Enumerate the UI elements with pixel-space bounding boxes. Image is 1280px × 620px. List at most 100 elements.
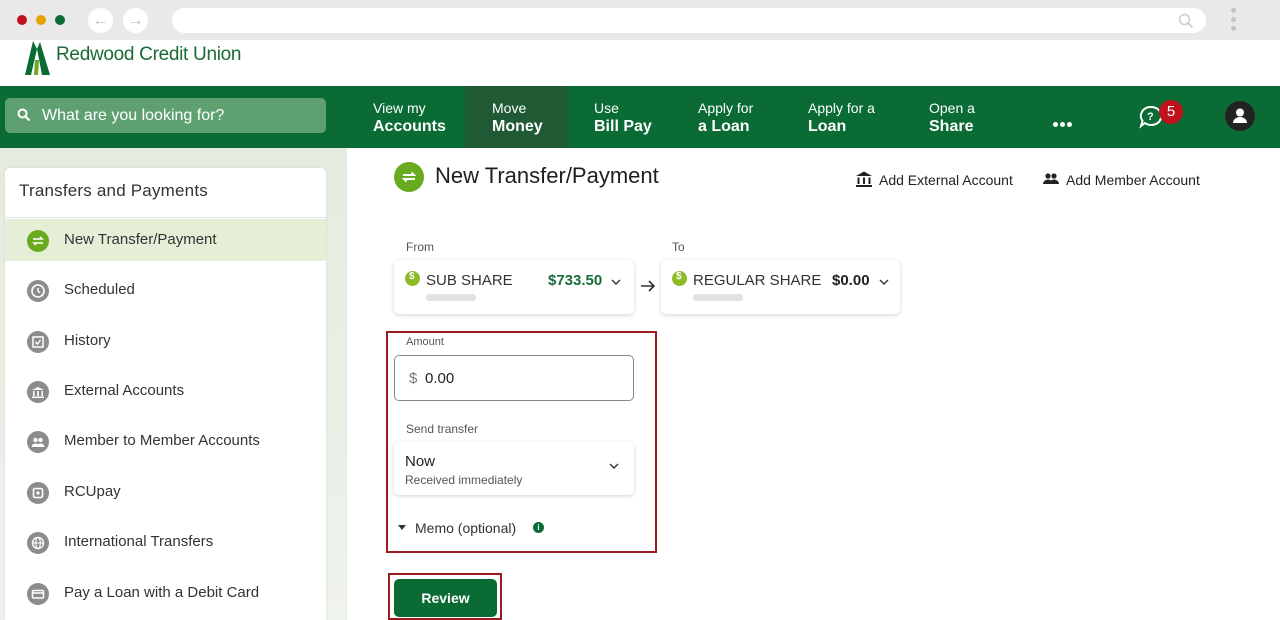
nav-apply-loan[interactable]: Apply for a Loan [671,86,781,148]
maximize-window-dot[interactable] [55,15,65,25]
chevron-down-icon [879,279,889,285]
page-title: New Transfer/Payment [435,163,659,188]
sidebar-item-external-accounts[interactable]: External Accounts [5,370,326,412]
arrow-right-icon [641,280,656,292]
card-icon [27,583,49,605]
amount-value: 0.00 [425,370,455,387]
search-placeholder: What are you looking for? [42,107,225,124]
nav-move-money-line2: Money [492,118,543,135]
nav-bill-pay-line2: Bill Pay [594,118,652,135]
transfer-arrows-icon [27,230,49,252]
user-avatar-icon[interactable] [1225,101,1255,131]
masked-account-number [426,294,476,301]
send-transfer-label: Send transfer [406,422,479,436]
globe-icon [27,532,49,554]
rcupay-icon [27,482,49,504]
logo-header: Redwood Credit Union [0,40,1280,86]
person-icon [1233,108,1247,123]
to-account-balance: $0.00 [832,272,870,289]
currency-symbol: $ [409,370,418,387]
sidebar-item-label: Scheduled [64,281,135,298]
bank-icon [856,171,872,187]
notification-badge[interactable]: 5 [1159,100,1183,124]
send-transfer-value: Now [405,453,436,470]
sidebar-item-pay-loan-debit[interactable]: Pay a Loan with a Debit Card [5,572,326,614]
sidebar-item-international[interactable]: International Transfers [5,521,326,563]
sidebar-item-label: New Transfer/Payment [64,231,217,248]
svg-text:?: ? [1147,111,1154,123]
content-divider [346,148,347,620]
nav-apply-for-a-loan-line1: Apply for a [808,100,875,116]
nav-view-accounts-line1: View my [373,100,426,116]
add-external-account-label: Add External Account [879,172,1013,188]
sidebar-item-member-to-member[interactable]: Member to Member Accounts [5,420,326,462]
transfer-arrows-icon [394,162,424,192]
calendar-check-icon [27,331,49,353]
sidebar-item-label: Pay a Loan with a Debit Card [64,584,260,601]
sidebar-item-history[interactable]: History [5,320,326,362]
sidebar-item-label: External Accounts [64,382,185,399]
dollar-coin-icon [405,271,420,286]
main-nav: What are you looking for? View my Accoun… [0,86,1280,148]
search-icon [17,108,31,122]
send-transfer-select[interactable]: Now Received immediately [394,442,634,495]
nav-apply-loan-line2: a Loan [698,118,750,135]
nav-apply-for-a-loan[interactable]: Apply for a Loan [781,86,901,148]
nav-bill-pay[interactable]: Use Bill Pay [567,86,671,148]
people-icon [1043,173,1059,184]
sidebar-item-label: International Transfers [64,533,214,550]
nav-open-share[interactable]: Open a Share [901,86,1011,148]
to-account-name: REGULAR SHARE [693,272,822,289]
review-button[interactable]: Review [394,579,497,617]
to-label: To [672,240,685,254]
forward-button[interactable]: → [123,8,148,33]
masked-account-number [693,294,743,301]
brand-name[interactable]: Redwood Credit Union [56,44,241,66]
address-bar[interactable] [172,8,1206,33]
sidebar-item-label: History [64,332,111,349]
search-icon [1178,13,1194,29]
from-account-balance: $733.50 [548,272,603,289]
clock-icon [27,280,49,302]
sidebar-item-scheduled[interactable]: Scheduled [5,269,326,311]
sidebar-divider [5,217,326,218]
amount-label: Amount [406,336,444,348]
amount-field[interactable]: $ 0.00 [394,355,634,401]
sidebar-item-label: RCUpay [64,483,121,500]
minimize-window-dot[interactable] [36,15,46,25]
nav-view-accounts[interactable]: View my Accounts [345,86,465,148]
bank-icon [27,381,49,403]
search-bar[interactable]: What are you looking for? [5,98,326,133]
sidebar-item-new-transfer[interactable]: New Transfer/Payment [5,219,326,261]
sidebar-item-label: Member to Member Accounts [64,432,260,449]
more-menu-icon[interactable] [1053,114,1074,132]
info-icon[interactable]: i [533,522,544,533]
chevron-down-icon [611,279,621,285]
chevron-down-icon [609,463,619,469]
nav-apply-loan-line1: Apply for [698,100,754,116]
sidebar-item-rcupay[interactable]: RCUpay [5,471,326,513]
nav-apply-for-a-loan-line2: Loan [808,118,847,135]
from-account-select[interactable]: SUB SHARE $733.50 [394,260,634,314]
sidebar-title: Transfers and Payments [19,181,208,200]
close-window-dot[interactable] [17,15,27,25]
dollar-coin-icon [672,271,687,286]
nav-move-money[interactable]: Move Money [465,86,567,148]
memo-label: Memo (optional) [415,520,517,536]
nav-bill-pay-line1: Use [594,100,619,116]
add-member-account-link[interactable]: Add Member Account [1042,170,1200,191]
redwood-logo-icon[interactable] [24,40,52,76]
add-external-account-link[interactable]: Add External Account [855,170,1013,191]
add-member-account-label: Add Member Account [1066,172,1200,188]
browser-menu-icon[interactable] [1231,8,1237,35]
nav-open-share-line1: Open a [929,100,975,116]
caret-down-icon [398,525,406,530]
to-account-select[interactable]: REGULAR SHARE $0.00 [661,260,900,314]
from-account-name: SUB SHARE [426,272,513,289]
from-label: From [406,240,434,254]
send-transfer-subtext: Received immediately [405,473,523,487]
back-button[interactable]: ← [88,8,113,33]
people-icon [27,431,49,453]
browser-chrome: ← → [0,0,1280,40]
nav-open-share-line2: Share [929,118,974,135]
